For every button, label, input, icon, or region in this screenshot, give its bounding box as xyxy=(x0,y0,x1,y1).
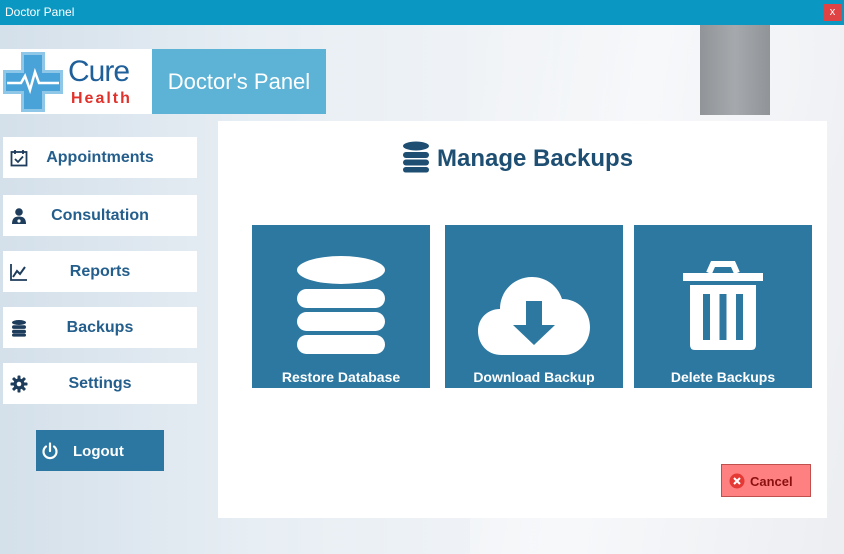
sidebar-item-consultation[interactable]: Consultation xyxy=(3,195,197,236)
sidebar-item-label: Reports xyxy=(69,263,131,280)
sidebar-item-label: Settings xyxy=(68,375,132,392)
close-button[interactable]: x xyxy=(824,4,841,21)
panel-title: Doctor's Panel xyxy=(152,49,326,114)
close-circle-icon xyxy=(729,473,745,489)
title-bar: Doctor Panel x xyxy=(0,0,844,25)
sidebar-item-label: Consultation xyxy=(51,207,149,224)
medical-cross-icon xyxy=(3,52,63,112)
database-icon xyxy=(297,256,385,354)
sidebar-item-reports[interactable]: Reports xyxy=(3,251,197,292)
sidebar-item-appointments[interactable]: Appointments xyxy=(3,137,197,178)
brand-logo: Cure Health xyxy=(0,49,152,114)
sidebar-item-backups[interactable]: Backups xyxy=(3,307,197,348)
database-icon xyxy=(403,141,429,173)
cloud-download-icon xyxy=(478,277,590,355)
tile-label: Download Backup xyxy=(473,369,595,385)
restore-database-button[interactable]: Restore Database xyxy=(252,225,430,388)
page-title-text: Manage Backups xyxy=(437,145,634,172)
cancel-button[interactable]: Cancel xyxy=(721,464,811,497)
tile-label: Restore Database xyxy=(281,369,401,385)
window-title: Doctor Panel xyxy=(5,5,75,19)
brand-health: Health xyxy=(71,90,132,107)
tile-label: Delete Backups xyxy=(670,369,776,385)
logout-label: Logout xyxy=(73,443,124,460)
download-backup-button[interactable]: Download Backup xyxy=(445,225,623,388)
cancel-label: Cancel xyxy=(750,474,793,489)
sidebar-item-label: Backups xyxy=(66,319,134,336)
manage-backups-panel: Manage Backups Restore Database Download… xyxy=(218,121,827,518)
delete-backups-button[interactable]: Delete Backups xyxy=(634,225,812,388)
sidebar-item-settings[interactable]: Settings xyxy=(3,363,197,404)
trash-icon xyxy=(683,261,763,350)
power-icon xyxy=(42,442,58,460)
logout-button[interactable]: Logout xyxy=(36,430,164,471)
sidebar-item-label: Appointments xyxy=(46,149,154,166)
brand-cure: Cure xyxy=(68,55,130,88)
